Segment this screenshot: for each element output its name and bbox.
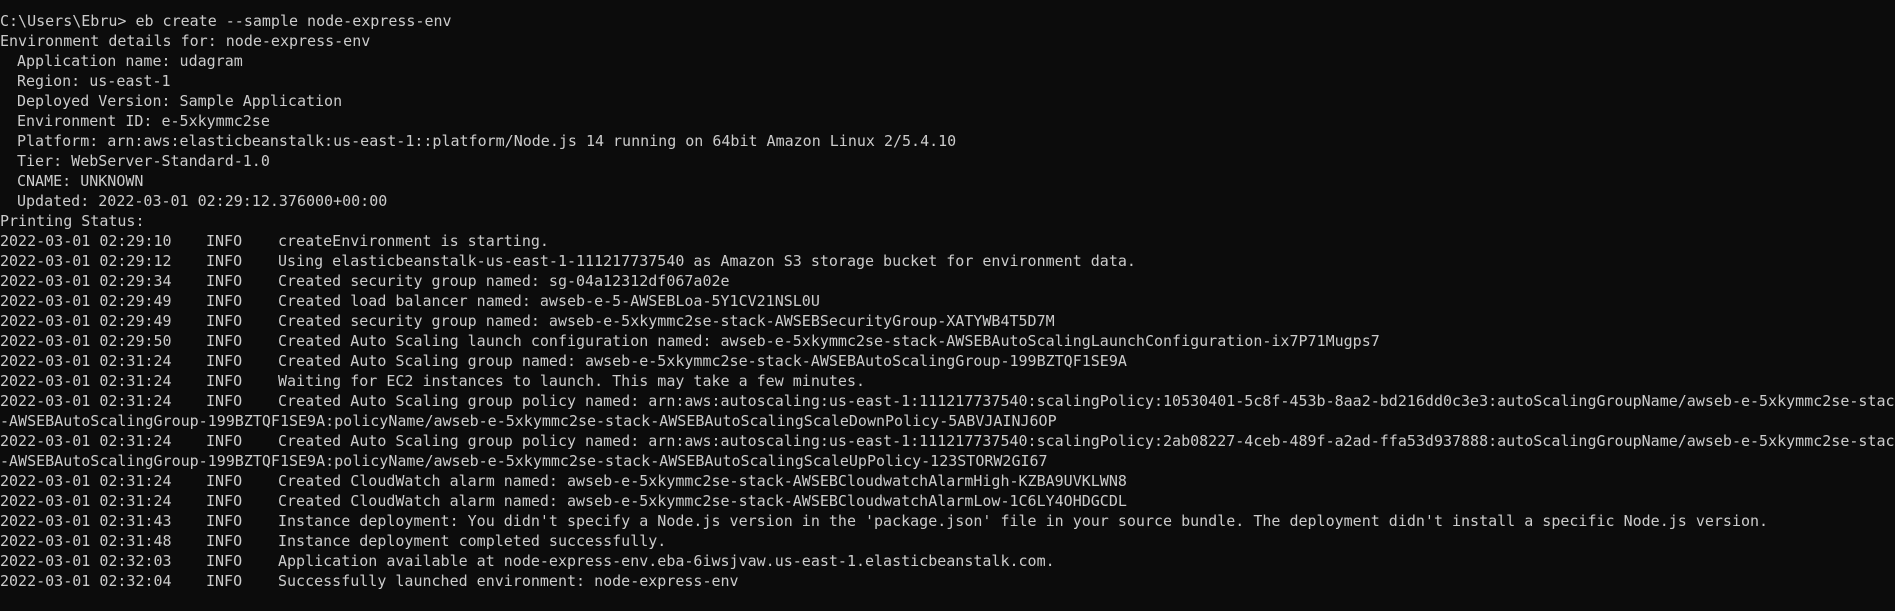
log-message: Instance deployment: You didn't specify …: [278, 512, 1769, 530]
log-line: 2022-03-01 02:31:48 INFO Instance deployme…: [0, 531, 1895, 551]
log-message: Created security group named: awseb-e-5x…: [278, 312, 1055, 330]
log-message: Created CloudWatch alarm named: awseb-e-…: [278, 492, 1127, 510]
log-message: Waiting for EC2 instances to launch. Thi…: [278, 372, 865, 390]
log-level: INFO: [206, 472, 243, 490]
log-level: INFO: [206, 572, 243, 590]
log-message: Created Auto Scaling launch configuratio…: [278, 332, 1380, 350]
log-line: 2022-03-01 02:29:49 INFO Created load bala…: [0, 291, 1895, 311]
log-line: 2022-03-01 02:29:50 INFO Created Auto Scal…: [0, 331, 1895, 351]
log-timestamp: 2022-03-01 02:31:48: [0, 532, 172, 550]
log-message: Created Auto Scaling group named: awseb-…: [278, 352, 1127, 370]
log-timestamp: 2022-03-01 02:32:03: [0, 552, 172, 570]
platform-line: Platform: arn:aws:elasticbeanstalk:us-ea…: [17, 132, 957, 150]
environment-details-header: Environment details for: node-express-en…: [0, 32, 371, 50]
log-timestamp: 2022-03-01 02:29:34: [0, 272, 172, 290]
log-level: INFO: [206, 492, 243, 510]
log-line-continuation: -AWSEBAutoScalingGroup-199BZTQF1SE9A:pol…: [0, 451, 1895, 471]
log-line: 2022-03-01 02:31:24 INFO Waiting for EC2 i…: [0, 371, 1895, 391]
log-level: INFO: [206, 272, 243, 290]
log-line: 2022-03-01 02:29:49 INFO Created security …: [0, 311, 1895, 331]
region-line: Region: us-east-1: [17, 72, 171, 90]
log-level: INFO: [206, 392, 243, 410]
log-line: 2022-03-01 02:29:34 INFO Created security …: [0, 271, 1895, 291]
log-message: Created Auto Scaling group policy named:…: [278, 432, 1895, 450]
log-timestamp: 2022-03-01 02:31:24: [0, 352, 172, 370]
log-timestamp: 2022-03-01 02:31:24: [0, 432, 172, 450]
log-level: INFO: [206, 372, 243, 390]
log-message: -AWSEBAutoScalingGroup-199BZTQF1SE9A:pol…: [0, 412, 1057, 430]
cname-line: CNAME: UNKNOWN: [17, 172, 144, 190]
log-message: Using elasticbeanstalk-us-east-1-1112177…: [278, 252, 1136, 270]
log-line: 2022-03-01 02:31:24 INFO Created CloudWatc…: [0, 491, 1895, 511]
deployed-version-line: Deployed Version: Sample Application: [17, 92, 343, 110]
log-level: INFO: [206, 252, 243, 270]
log-message: Created CloudWatch alarm named: awseb-e-…: [278, 472, 1127, 490]
log-line: 2022-03-01 02:31:43 INFO Instance deployme…: [0, 511, 1895, 531]
log-line: 2022-03-01 02:31:24 INFO Created Auto Scal…: [0, 431, 1895, 451]
log-message: createEnvironment is starting.: [278, 232, 549, 250]
log-timestamp: 2022-03-01 02:31:43: [0, 512, 172, 530]
log-timestamp: 2022-03-01 02:32:04: [0, 572, 172, 590]
log-message: Instance deployment completed successful…: [278, 532, 667, 550]
log-level: INFO: [206, 352, 243, 370]
log-level: INFO: [206, 552, 243, 570]
log-timestamp: 2022-03-01 02:29:12: [0, 252, 172, 270]
log-message: -AWSEBAutoScalingGroup-199BZTQF1SE9A:pol…: [0, 452, 1048, 470]
log-line: 2022-03-01 02:32:04 INFO Successfully laun…: [0, 571, 1895, 591]
environment-id-line: Environment ID: e-5xkymmc2se: [17, 112, 270, 130]
command-prompt-line: C:\Users\Ebru> eb create --sample node-e…: [0, 12, 452, 30]
updated-line: Updated: 2022-03-01 02:29:12.376000+00:0…: [17, 192, 388, 210]
log-level: INFO: [206, 332, 243, 350]
printing-status-header: Printing Status:: [0, 212, 145, 230]
log-level: INFO: [206, 232, 243, 250]
log-line: 2022-03-01 02:31:24 INFO Created Auto Scal…: [0, 391, 1895, 411]
log-line: 2022-03-01 02:32:03 INFO Application avail…: [0, 551, 1895, 571]
log-timestamp: 2022-03-01 02:31:24: [0, 392, 172, 410]
log-message: Application available at node-express-en…: [278, 552, 1055, 570]
status-log: 2022-03-01 02:29:10 INFO createEnvironment…: [0, 231, 1895, 591]
log-message: Created Auto Scaling group policy named:…: [278, 392, 1895, 410]
log-line: 2022-03-01 02:31:24 INFO Created Auto Scal…: [0, 351, 1895, 371]
log-timestamp: 2022-03-01 02:29:10: [0, 232, 172, 250]
log-level: INFO: [206, 292, 243, 310]
log-line: 2022-03-01 02:31:24 INFO Created CloudWatc…: [0, 471, 1895, 491]
log-timestamp: 2022-03-01 02:31:24: [0, 492, 172, 510]
tier-line: Tier: WebServer-Standard-1.0: [17, 152, 270, 170]
log-timestamp: 2022-03-01 02:29:49: [0, 292, 172, 310]
log-level: INFO: [206, 432, 243, 450]
log-level: INFO: [206, 512, 243, 530]
log-timestamp: 2022-03-01 02:31:24: [0, 472, 172, 490]
log-timestamp: 2022-03-01 02:29:49: [0, 312, 172, 330]
log-timestamp: 2022-03-01 02:29:50: [0, 332, 172, 350]
terminal-window[interactable]: C:\Users\Ebru> eb create --sample node-e…: [0, 0, 1895, 611]
log-line-continuation: -AWSEBAutoScalingGroup-199BZTQF1SE9A:pol…: [0, 411, 1895, 431]
log-timestamp: 2022-03-01 02:31:24: [0, 372, 172, 390]
log-line: 2022-03-01 02:29:12 INFO Using elasticbean…: [0, 251, 1895, 271]
application-name-line: Application name: udagram: [17, 52, 243, 70]
log-message: Created security group named: sg-04a1231…: [278, 272, 730, 290]
log-level: INFO: [206, 532, 243, 550]
log-message: Successfully launched environment: node-…: [278, 572, 739, 590]
log-line: 2022-03-01 02:29:10 INFO createEnvironment…: [0, 231, 1895, 251]
log-message: Created load balancer named: awseb-e-5-A…: [278, 292, 820, 310]
log-level: INFO: [206, 312, 243, 330]
